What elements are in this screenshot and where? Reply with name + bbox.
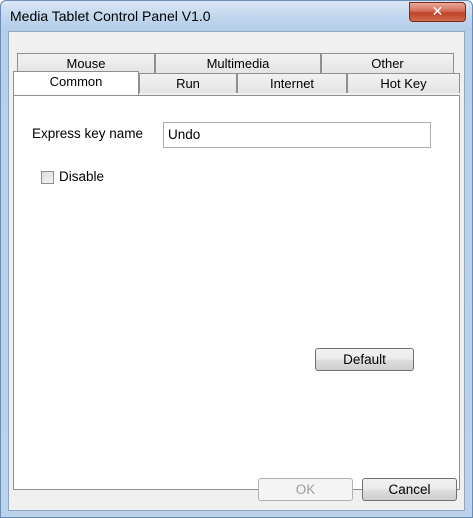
tab-label: Internet (269, 76, 315, 91)
tab-label: Multimedia (206, 56, 270, 71)
express-key-name-label: Express key name (32, 126, 144, 141)
tab-internet[interactable]: Internet (237, 73, 347, 93)
disable-checkbox-label[interactable]: Disable (59, 169, 104, 184)
tab-run[interactable]: Run (139, 73, 237, 93)
tab-label: Mouse (66, 56, 106, 71)
tab-other[interactable]: Other (321, 53, 454, 73)
tab-hot-key[interactable]: Hot Key (347, 73, 460, 93)
tab-label: Other (371, 56, 404, 71)
title-bar[interactable]: Media Tablet Control Panel V1.0 ✕ (1, 1, 472, 31)
express-key-name-input[interactable]: Undo (163, 122, 431, 148)
dialog-window: Media Tablet Control Panel V1.0 ✕ Mouse … (0, 0, 473, 518)
cancel-button[interactable]: Cancel (362, 478, 457, 501)
default-button[interactable]: Default (315, 348, 414, 371)
disable-checkbox[interactable] (41, 171, 54, 184)
tab-label: Hot Key (380, 76, 427, 91)
common-tab-panel (13, 95, 460, 490)
close-button[interactable]: ✕ (409, 2, 466, 22)
tab-multimedia[interactable]: Multimedia (155, 53, 321, 73)
ok-button[interactable]: OK (258, 478, 353, 501)
window-title: Media Tablet Control Panel V1.0 (10, 8, 211, 24)
tab-common[interactable]: Common (13, 71, 139, 95)
dialog-client-area: Mouse Multimedia Other Common Run Intern… (8, 31, 465, 511)
tab-mouse[interactable]: Mouse (17, 53, 155, 73)
tab-label: Run (176, 76, 200, 91)
tab-label: Common (49, 74, 103, 89)
close-icon: ✕ (431, 4, 444, 20)
